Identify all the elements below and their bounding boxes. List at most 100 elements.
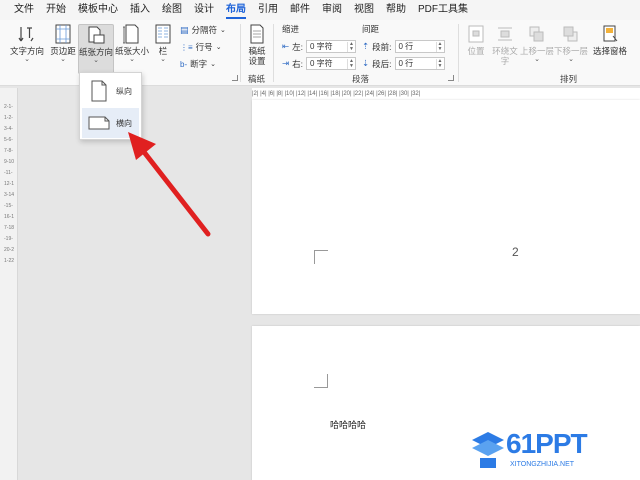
menu-tab-4[interactable]: 绘图	[156, 0, 188, 20]
spacing-after-label: 段后:	[372, 58, 392, 69]
vertical-ruler[interactable]: 2-1-1-2-3-4-5-6-7-8-9-10-11-12-13-14-15-…	[0, 88, 18, 480]
spacing-before-label: 段前:	[372, 41, 392, 52]
bring-forward-icon	[529, 26, 544, 42]
landscape-label: 横向	[116, 118, 132, 128]
menu-tab-5[interactable]: 设计	[188, 0, 220, 20]
vertical-ruler-marks: 2-1-1-2-3-4-5-6-7-8-9-10-11-12-13-14-15-…	[4, 104, 15, 264]
menu-tab-2[interactable]: 模板中心	[72, 0, 124, 20]
paragraph-group-label: 段落	[352, 74, 370, 84]
horizontal-ruler[interactable]: |2| |4| |6| |8| |10| |12| |14| |16| |18|…	[252, 88, 640, 100]
watermark-logo: 61PPT XITONGZHIJIA.NET	[470, 428, 640, 480]
send-backward-button[interactable]: 下移一层 ⌄	[554, 24, 588, 70]
arrange-group-label: 排列	[560, 74, 578, 84]
divider	[273, 24, 274, 82]
indent-left-label: 左:	[292, 41, 303, 52]
indent-right-icon: ⇥	[282, 58, 290, 68]
indent-title: 缩进	[282, 24, 300, 34]
hyphenation-label: 断字	[190, 59, 208, 69]
wrap-text-label: 环绕文 字	[492, 46, 518, 66]
menu-tab-10[interactable]: 视图	[348, 0, 380, 20]
position-label: 位置	[467, 46, 485, 56]
spacing-title: 间距	[362, 24, 380, 34]
breaks-label: 分隔符	[191, 25, 218, 35]
chevron-down-icon: ⌄	[534, 56, 540, 63]
menu-tab-6[interactable]: 布局	[220, 0, 252, 20]
menu-tab-9[interactable]: 审阅	[316, 0, 348, 20]
spinner-icon[interactable]: ▲ ▼	[435, 58, 444, 69]
chevron-down-icon: ⌄	[60, 56, 66, 63]
columns-icon	[155, 24, 171, 44]
menu-tab-11[interactable]: 帮助	[380, 0, 412, 20]
page-setup-launcher-icon[interactable]	[232, 75, 238, 81]
document-page-2[interactable]: 2	[252, 100, 640, 314]
draft-paper-button[interactable]: 稿纸 设置	[244, 24, 270, 70]
spacing-after-input[interactable]: 0 行 ▲ ▼	[394, 57, 445, 70]
indent-right-input[interactable]: 0 字符 ▲ ▼	[306, 57, 356, 70]
send-backward-icon	[563, 26, 578, 42]
spacing-after-icon: ⇣	[362, 58, 370, 68]
spacing-before-input[interactable]: 0 行 ▲ ▼	[394, 40, 445, 53]
indent-right-label: 右:	[292, 58, 303, 69]
chevron-down-icon: ⌄	[210, 61, 217, 68]
indent-left-row: ⇤ 左: 0 字符 ▲ ▼	[282, 40, 356, 53]
line-numbers-button[interactable]: ⋮≡ 行号 ⌄	[180, 41, 222, 53]
menu-tab-7[interactable]: 引用	[252, 0, 284, 20]
position-button[interactable]: 位置	[462, 24, 490, 70]
crop-mark	[314, 374, 328, 388]
crop-mark	[314, 250, 328, 264]
spacing-after-row: ⇣ 段后: 0 行 ▲ ▼	[362, 57, 445, 70]
landscape-page-icon	[88, 116, 110, 130]
spacing-after-value: 0 行	[398, 59, 414, 68]
margins-button[interactable]: 页边距 ⌄	[48, 24, 78, 70]
send-backward-label: 下移一层	[554, 46, 589, 56]
indent-right-value: 0 字符	[310, 59, 333, 68]
wrap-text-button[interactable]: 环绕文 字	[490, 24, 520, 70]
paper-size-icon	[123, 24, 139, 44]
hyphenation-button[interactable]: b‐ 断字 ⌄	[180, 58, 216, 70]
divider	[458, 24, 459, 82]
red-arrow-icon	[128, 132, 211, 237]
chevron-down-icon: ⌄	[24, 56, 30, 63]
bring-forward-button[interactable]: 上移一层 ⌄	[520, 24, 554, 70]
logo-icon	[472, 432, 504, 468]
selection-pane-button[interactable]: 选择窗格	[590, 24, 630, 70]
orientation-label: 纸张方向	[79, 47, 114, 57]
spacing-before-icon: ⇡	[362, 41, 370, 51]
menu-tab-1[interactable]: 开始	[40, 0, 72, 20]
spinner-icon[interactable]: ▲ ▼	[435, 41, 444, 52]
spinner-icon[interactable]: ▲ ▼	[347, 41, 355, 52]
text-direction-icon	[18, 27, 34, 42]
wrap-text-icon	[498, 27, 512, 41]
selection-pane-label: 选择窗格	[592, 46, 627, 56]
menu-tab-8[interactable]: 邮件	[284, 0, 316, 20]
orientation-icon	[88, 26, 105, 44]
text-direction-label: 文字方向	[9, 46, 44, 56]
orientation-portrait-option[interactable]: 纵向	[82, 76, 139, 106]
columns-button[interactable]: 栏 ⌄	[152, 24, 174, 70]
portrait-label: 纵向	[116, 86, 132, 96]
orientation-button[interactable]: 纸张方向 ⌄	[78, 24, 114, 74]
page-break-icon: ▤	[180, 24, 189, 35]
menu-tab-3[interactable]: 插入	[124, 0, 156, 20]
divider	[240, 24, 241, 82]
text-direction-button[interactable]: 文字方向 ⌄	[8, 24, 46, 70]
menu-bar: 文件 开始 模板中心 插入 绘图 设计 布局 引用 邮件 审阅 视图 帮助 PDF工具集	[0, 0, 640, 20]
chevron-down-icon: ⌄	[568, 56, 574, 63]
position-icon	[468, 25, 484, 43]
indent-left-input[interactable]: 0 字符 ▲ ▼	[306, 40, 356, 53]
size-label: 纸张大小	[114, 46, 149, 56]
size-button[interactable]: 纸张大小 ⌄	[114, 24, 150, 70]
menu-tab-0[interactable]: 文件	[8, 0, 40, 20]
chevron-down-icon: ⌄	[220, 27, 226, 34]
logo-brand: 61PPT	[506, 428, 588, 459]
paragraph-launcher-icon[interactable]	[448, 75, 454, 81]
body-text[interactable]: 哈哈哈哈	[330, 418, 366, 431]
spinner-icon[interactable]: ▲ ▼	[347, 58, 355, 69]
spacing-before-value: 0 行	[398, 42, 414, 51]
hyphenation-icon: b‐	[180, 59, 188, 69]
portrait-page-icon	[91, 80, 107, 102]
menu-tab-12[interactable]: PDF工具集	[412, 0, 474, 20]
breaks-button[interactable]: ▤ 分隔符 ⌄	[180, 24, 226, 36]
chevron-down-icon: ⌄	[129, 56, 135, 63]
indent-left-value: 0 字符	[310, 42, 333, 51]
